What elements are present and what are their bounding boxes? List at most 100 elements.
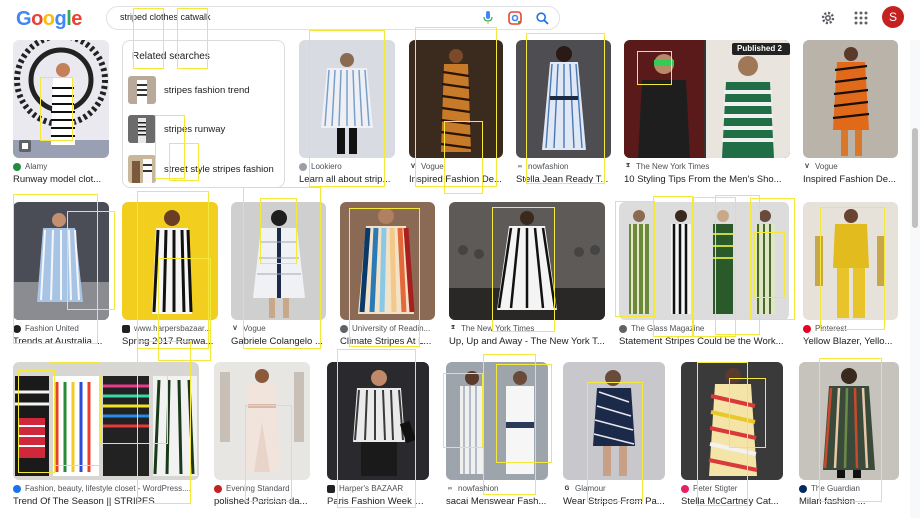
- source-favicon: [681, 484, 689, 493]
- result-thumbnail[interactable]: [299, 40, 395, 158]
- result-title[interactable]: Up, Up and Away - The New York T...: [449, 336, 605, 347]
- result-thumbnail[interactable]: [619, 202, 789, 320]
- result-source-text: Vogue: [243, 324, 266, 333]
- scrollbar-track[interactable]: [910, 40, 920, 518]
- apps-grid-icon[interactable]: [851, 8, 871, 28]
- result-thumbnail[interactable]: [13, 40, 109, 158]
- result-source: 𝕿 The New York Times: [624, 162, 790, 171]
- result-thumbnail[interactable]: [327, 362, 429, 480]
- result-tile[interactable]: Alamy Runway model clot...: [13, 40, 109, 188]
- related-item-stripes-runway[interactable]: stripes runway: [128, 115, 280, 143]
- result-title[interactable]: Paris Fashion Week R...: [327, 496, 429, 507]
- result-thumbnail[interactable]: [803, 40, 898, 158]
- result-thumbnail[interactable]: [409, 40, 503, 158]
- gear-icon[interactable]: [818, 8, 838, 28]
- result-tile[interactable]: Published 2 𝕿 The New York Times 10 Styli…: [624, 40, 790, 188]
- lens-icon[interactable]: [507, 10, 523, 26]
- result-tile[interactable]: Pinterest Yellow Blazer, Yello...: [803, 202, 898, 350]
- result-title[interactable]: Spring 2017 Runwa...: [122, 336, 218, 347]
- result-source-text: The New York Times: [636, 162, 710, 171]
- result-title[interactable]: sacai Menswear Fash...: [446, 496, 548, 507]
- result-thumbnail[interactable]: [214, 362, 310, 480]
- account-avatar[interactable]: S: [882, 6, 904, 28]
- result-tile[interactable]: The Glass Magazine Statement Stripes Cou…: [619, 202, 789, 350]
- related-thumb: [128, 76, 156, 104]
- result-tile[interactable]: 𝕿 The New York Times Up, Up and Away - Th…: [449, 202, 605, 350]
- result-thumbnail[interactable]: [231, 202, 326, 320]
- result-source: Lookiero: [299, 162, 395, 171]
- result-title[interactable]: Learn all about strip...: [299, 174, 395, 185]
- result-thumbnail[interactable]: [446, 362, 548, 480]
- result-thumbnail[interactable]: [563, 362, 665, 480]
- result-title[interactable]: Climate Stripes At L...: [340, 336, 435, 347]
- result-thumbnail[interactable]: [681, 362, 783, 480]
- source-favicon: [619, 324, 627, 333]
- result-tile[interactable]: V Vogue Gabriele Colangelo ...: [231, 202, 326, 350]
- related-item-street-style-stripes[interactable]: street style stripes fashion: [128, 155, 280, 183]
- result-title[interactable]: Inspired Fashion De...: [409, 174, 503, 185]
- result-thumbnail[interactable]: [799, 362, 899, 480]
- result-title[interactable]: Gabriele Colangelo ...: [231, 336, 326, 347]
- result-tile[interactable]: www.harpersbazaar... Spring 2017 Runwa..…: [122, 202, 218, 350]
- search-input[interactable]: striped clothes catwalk: [120, 12, 211, 22]
- result-title[interactable]: Runway model clot...: [13, 174, 109, 185]
- result-title[interactable]: Trends at Australia ...: [13, 336, 109, 347]
- result-title[interactable]: Milan fashion ...: [799, 496, 899, 507]
- related-searches-panel: Related searches stripes fashion trend s…: [122, 40, 285, 188]
- logo-letter: o: [31, 8, 43, 30]
- result-tile[interactable]: Peter Stigter Stella McCartney Cat...: [681, 362, 783, 510]
- result-title[interactable]: Stella Jean Ready T...: [516, 174, 611, 185]
- result-tile[interactable]: Lookiero Learn all about strip...: [299, 40, 395, 188]
- source-favicon: 𝕿: [449, 324, 457, 333]
- source-favicon: [214, 484, 222, 493]
- result-title[interactable]: Inspired Fashion De...: [803, 174, 898, 185]
- result-thumbnail[interactable]: [13, 362, 199, 480]
- source-favicon: V: [231, 324, 239, 333]
- logo-letter: e: [71, 8, 82, 30]
- result-tile[interactable]: Fashion United Trends at Australia ...: [13, 202, 109, 350]
- result-title[interactable]: Trend Of The Season || STRIPES ...: [13, 496, 199, 507]
- result-source-text: Pinterest: [815, 324, 847, 333]
- result-tile[interactable]: G Glamour Wear Stripes From Pa...: [563, 362, 665, 510]
- result-title[interactable]: 10 Styling Tips From the Men's Sho...: [624, 174, 790, 185]
- header: Google striped clothes catwalk S: [0, 0, 920, 38]
- result-thumbnail[interactable]: [803, 202, 898, 320]
- google-logo[interactable]: Google: [16, 8, 82, 31]
- source-favicon: 𝕿: [624, 162, 632, 171]
- scrollbar-thumb[interactable]: [912, 128, 918, 228]
- result-tile[interactable]: V Vogue Inspired Fashion De...: [803, 40, 898, 188]
- result-title[interactable]: Wear Stripes From Pa...: [563, 496, 665, 507]
- result-tile[interactable]: Fashion, beauty, lifestyle closet - Word…: [13, 362, 199, 510]
- result-thumbnail[interactable]: [516, 40, 611, 158]
- source-favicon: [803, 324, 811, 333]
- search-bar[interactable]: striped clothes catwalk: [106, 6, 560, 30]
- result-tile[interactable]: Harper's BAZAAR Paris Fashion Week R...: [327, 362, 429, 510]
- result-thumbnail[interactable]: [13, 202, 109, 320]
- mic-icon[interactable]: [480, 10, 496, 26]
- result-tile[interactable]: The Guardian Milan fashion ...: [799, 362, 899, 510]
- result-title[interactable]: Stella McCartney Cat...: [681, 496, 783, 507]
- result-tile[interactable]: Evening Standard polished Parisian da...: [214, 362, 310, 510]
- result-thumbnail[interactable]: [340, 202, 435, 320]
- result-tile[interactable]: University of Readin... Climate Stripes …: [340, 202, 435, 350]
- result-source: Peter Stigter: [681, 484, 783, 493]
- related-searches-title: Related searches: [132, 51, 210, 62]
- result-thumbnail[interactable]: Published 2: [624, 40, 790, 158]
- result-source-text: The Guardian: [811, 484, 860, 493]
- result-tile[interactable]: V Vogue Inspired Fashion De...: [409, 40, 503, 188]
- result-title[interactable]: Yellow Blazer, Yello...: [803, 336, 898, 347]
- result-source: V Vogue: [409, 162, 503, 171]
- result-tile[interactable]: ∞ nowfashion sacai Menswear Fash...: [446, 362, 548, 510]
- result-title[interactable]: polished Parisian da...: [214, 496, 310, 507]
- result-tile[interactable]: ∞ nowfashion Stella Jean Ready T...: [516, 40, 611, 188]
- search-icon[interactable]: [534, 10, 550, 26]
- result-source-text: Vogue: [421, 162, 444, 171]
- result-title[interactable]: Statement Stripes Could be the Work...: [619, 336, 789, 347]
- result-source-text: The Glass Magazine: [631, 324, 705, 333]
- result-thumbnail[interactable]: [122, 202, 218, 320]
- source-favicon: G: [563, 484, 571, 493]
- related-thumb: [128, 155, 156, 183]
- result-thumbnail[interactable]: [449, 202, 605, 320]
- related-item-stripes-fashion-trend[interactable]: stripes fashion trend: [128, 76, 280, 104]
- logo-letter: G: [16, 8, 32, 30]
